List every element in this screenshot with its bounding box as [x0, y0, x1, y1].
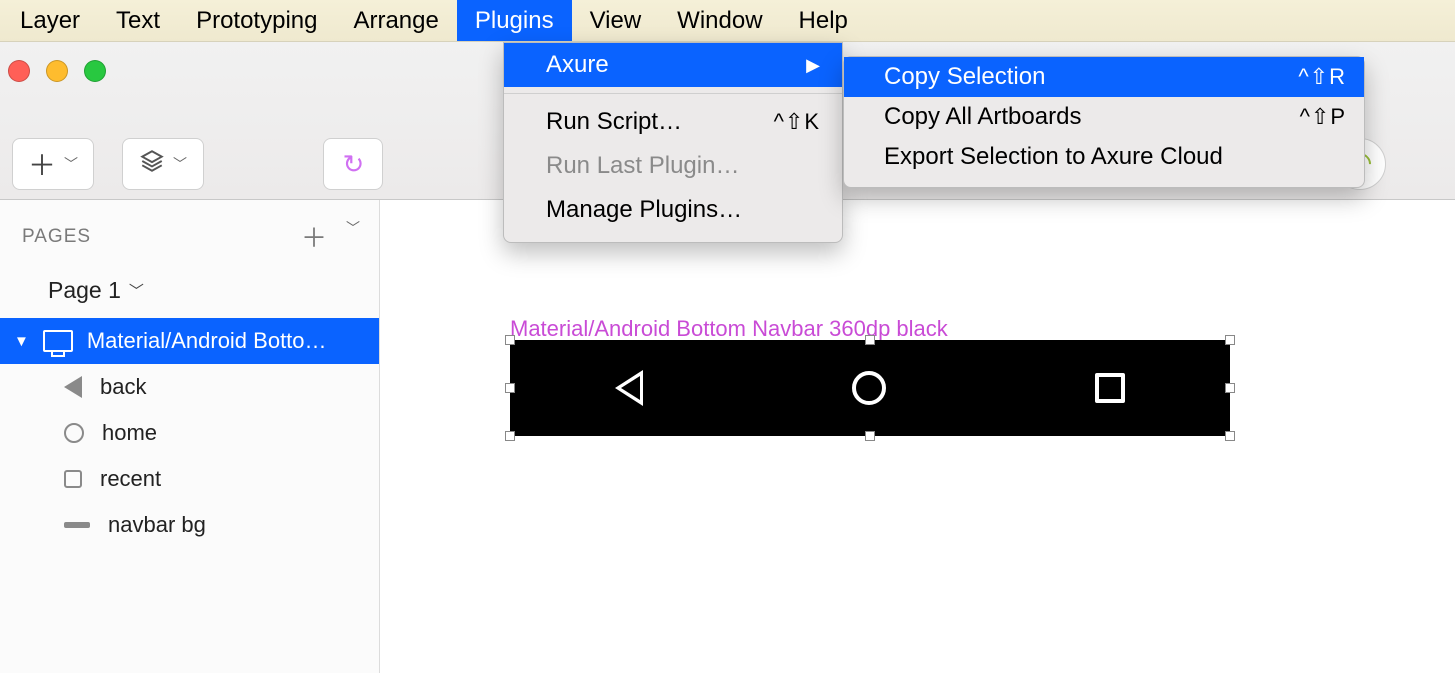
- axure-copy-all-artboards[interactable]: Copy All Artboards ^⇧P: [844, 97, 1364, 137]
- keyboard-shortcut: ^⇧P: [1300, 104, 1346, 130]
- artboard-icon: [43, 330, 73, 352]
- menu-item-label: Axure: [546, 51, 609, 79]
- rect-icon: [64, 522, 90, 528]
- android-home-icon: [852, 371, 886, 405]
- chevron-down-icon: ﹀: [64, 154, 78, 174]
- artboard[interactable]: [510, 340, 1230, 436]
- android-recent-icon: [1095, 373, 1125, 403]
- chevron-down-icon: ﹀: [129, 280, 144, 301]
- menu-item-label: Run Script…: [546, 108, 682, 136]
- selection-handle[interactable]: [1225, 335, 1235, 345]
- axure-submenu: Copy Selection ^⇧R Copy All Artboards ^⇧…: [843, 56, 1365, 188]
- plugins-menu-manage[interactable]: Manage Plugins…: [504, 188, 842, 232]
- menu-layer[interactable]: Layer: [2, 0, 98, 41]
- selection-handle[interactable]: [505, 383, 515, 393]
- window-controls: [8, 60, 106, 82]
- menu-prototyping[interactable]: Prototyping: [178, 0, 335, 41]
- data-button[interactable]: ﹀: [122, 138, 204, 190]
- selection-handle[interactable]: [505, 431, 515, 441]
- layer-label: back: [100, 374, 146, 400]
- menu-item-label: Run Last Plugin…: [546, 152, 739, 180]
- menu-separator: [504, 93, 842, 94]
- artboard-name: Material/Android Botto…: [87, 328, 327, 354]
- layer-back[interactable]: back: [0, 364, 379, 410]
- menu-help[interactable]: Help: [781, 0, 866, 41]
- disclosure-triangle-icon[interactable]: ▼: [14, 333, 29, 350]
- menu-arrange[interactable]: Arrange: [335, 0, 456, 41]
- canvas[interactable]: Material/Android Bottom Navbar 360dp bla…: [380, 200, 1455, 673]
- android-back-icon: [615, 370, 643, 406]
- submenu-arrow-icon: ▶: [806, 55, 820, 76]
- zoom-window-button[interactable]: [84, 60, 106, 82]
- menu-item-label: Manage Plugins…: [546, 196, 742, 224]
- pages-title: PAGES: [22, 226, 91, 248]
- selection-handle[interactable]: [505, 335, 515, 345]
- menu-item-label: Copy Selection: [884, 63, 1045, 91]
- pages-menu-button[interactable]: ﹀: [346, 218, 361, 255]
- pages-panel-header: PAGES ＋ ﹀: [0, 200, 379, 263]
- sync-icon: ↻: [343, 149, 365, 180]
- menu-item-label: Copy All Artboards: [884, 103, 1081, 131]
- plugins-menu-axure[interactable]: Axure ▶: [504, 43, 842, 87]
- sidebar: PAGES ＋ ﹀ Page 1 ﹀ ▼ Material/Android Bo…: [0, 200, 380, 673]
- plugins-menu-run-script[interactable]: Run Script… ^⇧K: [504, 100, 842, 144]
- layer-recent[interactable]: recent: [0, 456, 379, 502]
- selection-handle[interactable]: [1225, 383, 1235, 393]
- square-icon: [64, 470, 82, 488]
- plugins-menu-run-last: Run Last Plugin…: [504, 144, 842, 188]
- menu-item-label: Export Selection to Axure Cloud: [884, 143, 1223, 171]
- add-page-button[interactable]: ＋: [301, 218, 328, 255]
- keyboard-shortcut: ^⇧R: [1298, 64, 1346, 90]
- plugins-dropdown: Axure ▶ Run Script… ^⇧K Run Last Plugin……: [503, 42, 843, 243]
- sidebar-artboard-row[interactable]: ▼ Material/Android Botto…: [0, 318, 379, 364]
- menu-view[interactable]: View: [572, 0, 660, 41]
- axure-copy-selection[interactable]: Copy Selection ^⇧R: [844, 57, 1364, 97]
- insert-button[interactable]: ＋ ﹀: [12, 138, 94, 190]
- layer-label: navbar bg: [108, 512, 206, 538]
- triangle-back-icon: [64, 376, 82, 398]
- layer-label: home: [102, 420, 157, 446]
- layer-label: recent: [100, 466, 161, 492]
- layer-navbar-bg[interactable]: navbar bg: [0, 502, 379, 548]
- layer-home[interactable]: home: [0, 410, 379, 456]
- chevron-down-icon: ﹀: [173, 154, 187, 174]
- menu-plugins[interactable]: Plugins: [457, 0, 572, 41]
- keyboard-shortcut: ^⇧K: [774, 109, 820, 135]
- layers-icon: [139, 148, 165, 180]
- selection-handle[interactable]: [865, 335, 875, 345]
- minimize-window-button[interactable]: [46, 60, 68, 82]
- current-page-label: Page 1: [48, 277, 121, 304]
- axure-export-cloud[interactable]: Export Selection to Axure Cloud: [844, 137, 1364, 177]
- menu-window[interactable]: Window: [659, 0, 780, 41]
- menubar: Layer Text Prototyping Arrange Plugins V…: [0, 0, 1455, 42]
- menu-text[interactable]: Text: [98, 0, 178, 41]
- artboard-title[interactable]: Material/Android Bottom Navbar 360dp bla…: [510, 316, 948, 342]
- create-symbol-button[interactable]: ↻: [323, 138, 383, 190]
- selection-handle[interactable]: [1225, 431, 1235, 441]
- plus-icon: ＋: [28, 144, 56, 184]
- close-window-button[interactable]: [8, 60, 30, 82]
- page-selector[interactable]: Page 1 ﹀: [0, 263, 379, 318]
- selection-handle[interactable]: [865, 431, 875, 441]
- circle-icon: [64, 423, 84, 443]
